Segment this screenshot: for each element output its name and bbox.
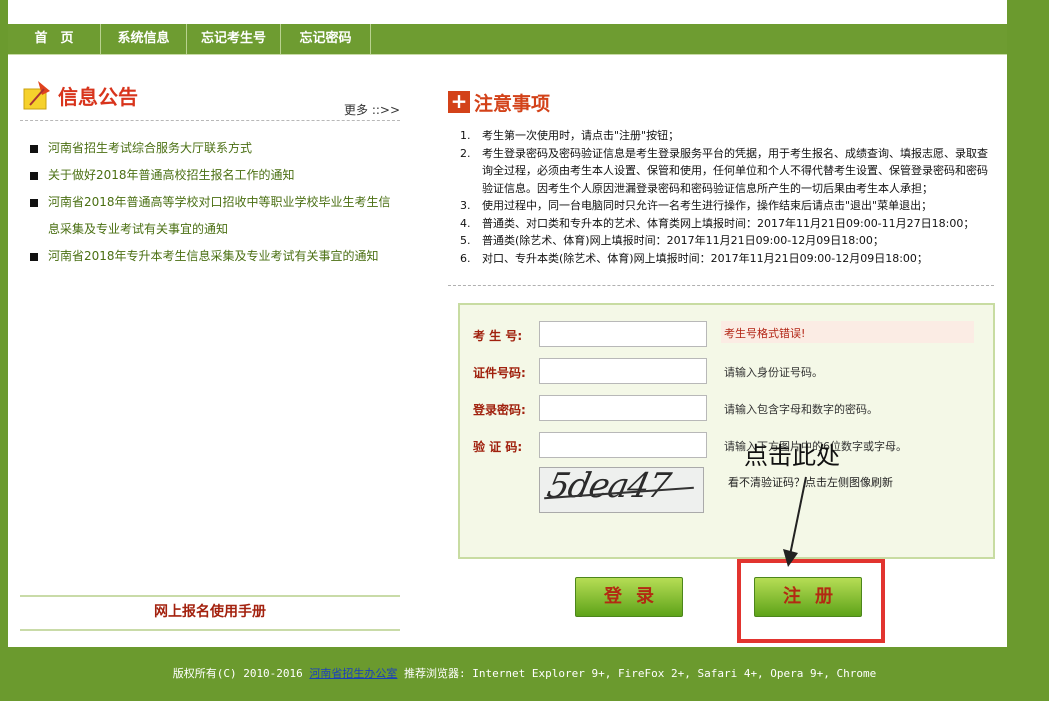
password-hint: 请输入包含字母和数字的密码。 — [724, 403, 878, 416]
browser-text: 推荐浏览器: Internet Explorer 9+, FireFox 2+,… — [404, 667, 877, 680]
id-number-hint: 请输入身份证号码。 — [724, 366, 823, 379]
list-item: 河南省2018年普通高等学校对口招收中等职业学校毕业生考生信息采集及专业考试有关… — [30, 189, 400, 243]
rule-text: 普通类(除艺术、体育)网上填报时间：2017年11月21日09:00-12月09… — [482, 234, 884, 247]
exam-id-label: 考 生 号: — [473, 329, 523, 343]
captcha-text: 5dea47 — [543, 467, 674, 506]
list-item: 6. 对口、专升本类(除艺术、体育)网上填报时间：2017年11月21日09:00… — [460, 251, 928, 265]
highlight-box — [737, 559, 885, 643]
news-list: 河南省招生考试综合服务大厅联系方式 关于做好2018年普通高校招生报名工作的通知… — [30, 135, 400, 270]
rule-text: 对口、专升本类(除艺术、体育)网上填报时间：2017年11月21日09:00-1… — [482, 251, 928, 265]
list-item: 3. 使用过程中，同一台电脑同时只允许一名考生进行操作，操作结束后请点击"退出"菜… — [460, 199, 933, 212]
captcha-label: 验 证 码: — [473, 440, 523, 454]
password-row: 登录密码: 请输入包含字母和数字的密码。 — [460, 395, 993, 425]
rules-list: 1. 考生第一次使用时，请点击"注册"按钮； 2. 考生登录密码及密码验证信息是考生… — [460, 127, 996, 267]
news-link[interactable]: 关于做好2018年普通高校招生报名工作的通知 — [48, 168, 295, 182]
captcha-row: 验 证 码: 请输入下方图片中的6位数字或字母。 — [460, 432, 993, 462]
nav-system-info[interactable]: 系统信息 — [101, 24, 187, 54]
office-link[interactable]: 河南省招生办公室 — [309, 667, 397, 680]
id-number-input[interactable] — [539, 358, 707, 384]
list-item: 河南省招生考试综合服务大厅联系方式 — [30, 135, 400, 162]
manual-link[interactable]: 网上报名使用手册 — [20, 595, 400, 631]
divider — [448, 285, 994, 286]
list-item: 5. 普通类(除艺术、体育)网上填报时间：2017年11月21日09:00-12月… — [460, 234, 884, 247]
divider — [20, 120, 400, 121]
nav-home[interactable]: 首 页 — [8, 24, 101, 54]
nav-forgot-exam-id[interactable]: 忘记考生号 — [187, 24, 281, 54]
login-form: 考 生 号: 考生号格式错误! 证件号码: 请输入身份证号码。 登录密码: 请输… — [458, 303, 995, 559]
id-number-row: 证件号码: 请输入身份证号码。 — [460, 358, 993, 388]
main-content: 信息公告 更多 ::>> 河南省招生考试综合服务大厅联系方式 关于做好2018年… — [8, 55, 1007, 647]
list-item: 河南省2018年专升本考生信息采集及专业考试有关事宜的通知 — [30, 243, 400, 270]
login-button[interactable]: 登录 — [575, 577, 683, 617]
list-item: 关于做好2018年普通高校招生报名工作的通知 — [30, 162, 400, 189]
notice-pin-icon — [23, 81, 50, 110]
captcha-image[interactable]: 5dea47 — [539, 467, 704, 513]
arrow-icon — [783, 476, 807, 567]
news-link[interactable]: 河南省招生考试综合服务大厅联系方式 — [48, 141, 252, 155]
captcha-input[interactable] — [539, 432, 707, 458]
annotation-text: 点击此处 — [744, 442, 840, 470]
copyright-text: 版权所有(C) 2010-2016 — [172, 667, 303, 680]
password-input[interactable] — [539, 395, 707, 421]
plus-icon: + — [448, 91, 470, 113]
exam-id-row: 考 生 号: 考生号格式错误! — [460, 321, 993, 351]
news-link[interactable]: 河南省2018年普通高等学校对口招收中等职业学校毕业生考生信息采集及专业考试有关… — [48, 195, 391, 236]
list-item: 4. 普通类、对口类和专升本的艺术、体育类网上填报时间：2017年11月21日09… — [460, 216, 975, 230]
attention-title: 注意事项 — [474, 93, 551, 115]
rule-text: 使用过程中，同一台电脑同时只允许一名考生进行操作，操作结束后请点击"退出"菜单退… — [482, 199, 933, 212]
news-link[interactable]: 河南省2018年专升本考生信息采集及专业考试有关事宜的通知 — [48, 249, 379, 263]
nav-forgot-password[interactable]: 忘记密码 — [281, 24, 371, 54]
exam-id-input[interactable] — [539, 321, 707, 347]
more-link[interactable]: 更多 ::>> — [344, 101, 400, 118]
footer: 版权所有(C) 2010-2016 河南省招生办公室 推荐浏览器: Intern… — [0, 647, 1049, 701]
rule-text: 考生第一次使用时，请点击"注册"按钮； — [482, 129, 680, 142]
top-banner-area — [8, 0, 1007, 24]
list-item: 2. 考生登录密码及密码验证信息是考生登录服务平台的凭据，用于考生报名、成绩查询、… — [460, 146, 988, 195]
exam-id-error: 考生号格式错误! — [724, 327, 806, 340]
rule-text: 普通类、对口类和专升本的艺术、体育类网上填报时间：2017年11月21日09:0… — [482, 216, 975, 230]
notice-title: 信息公告 — [58, 85, 138, 109]
captcha-refresh-hint: 看不清验证码？点击左侧图像刷新 — [728, 476, 893, 489]
notice-header: 信息公告 — [20, 79, 220, 113]
list-item: 1. 考生第一次使用时，请点击"注册"按钮； — [460, 129, 680, 142]
rule-text: 考生登录密码及密码验证信息是考生登录服务平台的凭据，用于考生报名、成绩查询、填报… — [482, 146, 988, 195]
main-nav: 首 页 系统信息 忘记考生号 忘记密码 — [8, 24, 1007, 55]
password-label: 登录密码: — [473, 403, 526, 417]
id-number-label: 证件号码: — [473, 366, 526, 380]
